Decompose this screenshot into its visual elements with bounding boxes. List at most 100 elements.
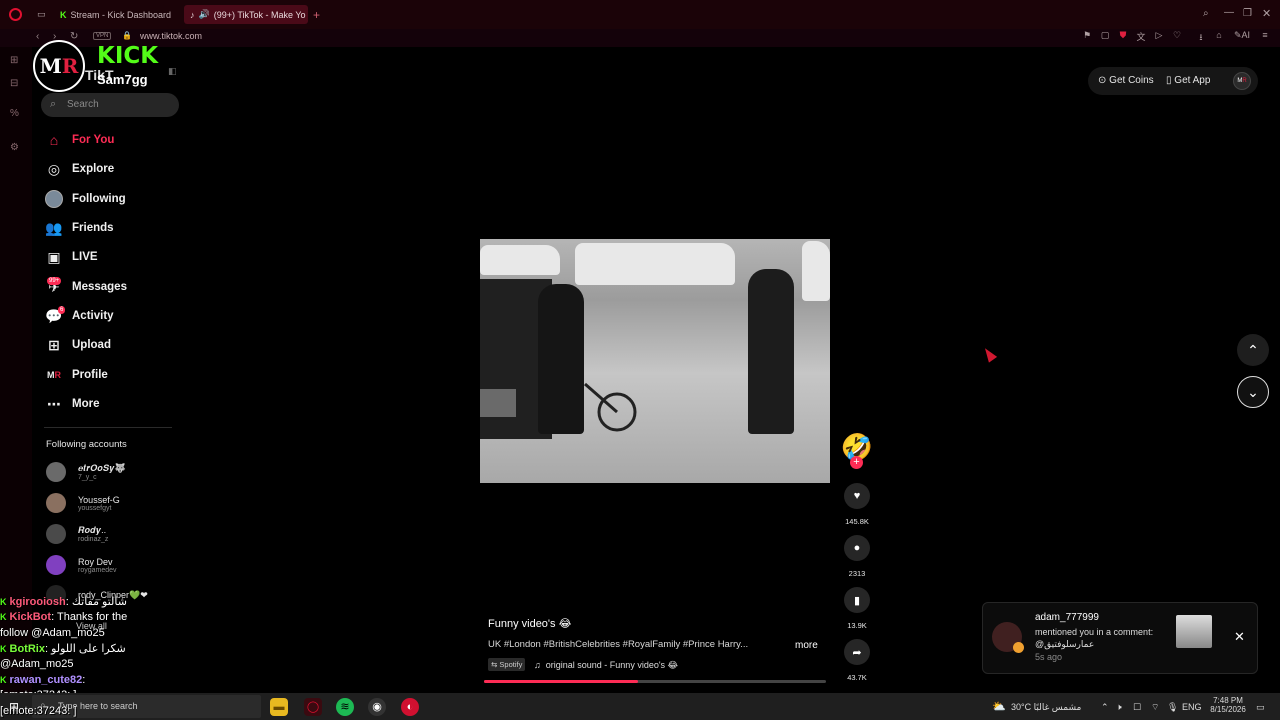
restore-icon[interactable]: ❐ — [1243, 8, 1252, 19]
sidebar-cube-icon[interactable]: ⊟ — [10, 78, 18, 89]
translate-icon[interactable]: 文 — [1136, 30, 1146, 42]
comment-icon: ● — [853, 542, 861, 554]
following-avatar-icon — [44, 189, 64, 209]
comment-button[interactable]: ● — [844, 535, 870, 561]
weather-icon: ⛅ — [992, 701, 1006, 713]
background-van — [575, 243, 735, 285]
sidebar-percent-icon[interactable]: % — [10, 108, 19, 119]
save-button[interactable]: ▮ — [844, 587, 870, 613]
url-field[interactable]: www.tiktok.com — [140, 31, 202, 41]
volume-icon[interactable]: 🕨 — [1116, 702, 1122, 713]
heart-icon[interactable]: ♡ — [1172, 30, 1182, 40]
lock-icon[interactable]: 🔒 — [122, 31, 132, 40]
nav-upload[interactable]: ⊞ Upload — [44, 334, 111, 356]
tab-overview-icon[interactable]: ▭ — [37, 9, 46, 20]
tray-chevron-icon[interactable]: ⌃ — [1101, 702, 1109, 713]
player-icon[interactable]: ▷ — [1154, 30, 1164, 40]
close-window-icon[interactable]: ✕ — [1262, 7, 1271, 20]
sound-link[interactable]: ♫ original sound - Funny video's 😂 — [534, 660, 678, 671]
language-indicator[interactable]: ENG — [1182, 702, 1202, 712]
chat-text: : شالتو مفاتك — [65, 596, 127, 608]
snapshot-icon[interactable]: ▢ — [1100, 30, 1110, 40]
back-icon[interactable]: ‹ — [36, 31, 39, 42]
search-input[interactable]: ⌕ Search — [41, 93, 179, 117]
profile-icon: MR — [47, 370, 61, 380]
weather-text[interactable]: 30°C مشمس غالبًا — [1011, 702, 1081, 713]
previous-video-button[interactable]: ⌃ — [1237, 334, 1269, 366]
kick-icon: K — [0, 597, 7, 607]
mic-icon[interactable]: 🎙 — [1167, 702, 1178, 713]
nav-label: Explore — [72, 163, 115, 175]
chat-user: rawan_cute82 — [9, 674, 83, 686]
next-video-button[interactable]: ⌄ — [1237, 376, 1269, 408]
wallet-icon[interactable]: ⌂ — [1214, 30, 1224, 40]
nav-explore[interactable]: ◎ Explore — [44, 158, 114, 180]
account-name: 𝑹𝒐𝒅𝒚.. — [78, 525, 107, 535]
close-icon[interactable]: ✕ — [1234, 629, 1245, 645]
tab-label: Stream - Kick Dashboard — [70, 9, 172, 20]
file-explorer-icon[interactable]: ▬ — [270, 698, 288, 716]
kick-icon: K — [0, 644, 7, 654]
aria-ai-icon[interactable]: ✎AI — [1232, 30, 1252, 40]
bicycle — [584, 382, 637, 432]
pin-icon[interactable]: ⚑ — [1082, 30, 1092, 40]
menu-icon[interactable]: ≡ — [1260, 30, 1270, 40]
video-title: Funny video's 😂 — [488, 618, 572, 630]
spotify-badge[interactable]: ⇆ Spotify — [488, 658, 526, 671]
chat-text: : شكرا على اللولو — [44, 643, 126, 655]
following-account[interactable]: Roy Dev roygamedev — [46, 555, 117, 575]
wifi-icon[interactable]: ⌔ — [1151, 702, 1159, 713]
reload-icon[interactable]: ↻ — [70, 31, 78, 42]
nav-more[interactable]: ⋯ More — [44, 393, 99, 415]
nav-activity[interactable]: 💬 Activity — [44, 305, 114, 327]
avatar — [46, 524, 66, 544]
nav-profile[interactable]: M R Profile — [44, 364, 108, 386]
video-player[interactable] — [480, 239, 830, 483]
follow-plus-button[interactable]: + — [850, 456, 863, 469]
obs-taskbar-icon[interactable]: ◉ — [368, 698, 386, 716]
video-hashtags[interactable]: UK #London #BritishCelebrities #RoyalFam… — [488, 639, 778, 650]
upload-icon: ⊞ — [48, 336, 60, 353]
app-taskbar-icon[interactable]: ◐ — [401, 698, 419, 716]
sidebar-box-icon[interactable]: ⊞ — [10, 55, 18, 66]
opera-taskbar-icon[interactable]: ◯ — [304, 698, 322, 716]
nav-live[interactable]: ▣ LIVE — [44, 246, 97, 268]
search-tabs-icon[interactable]: ⌕ — [1203, 8, 1209, 19]
like-button[interactable]: ♥ — [844, 483, 870, 509]
save-count: 13.9K — [847, 621, 867, 630]
following-account[interactable]: 𝑹𝒐𝒅𝒚.. rodinaz_z — [46, 524, 108, 544]
avatar — [46, 555, 66, 575]
chat-message: @Adam_mo25 — [0, 658, 74, 670]
get-coins-button[interactable]: ⊙ Get Coins — [1098, 75, 1154, 86]
collapse-sidebar-icon[interactable]: ◧ — [168, 66, 177, 77]
opera-logo-icon[interactable] — [9, 8, 22, 21]
account-username: rodinaz_z — [78, 536, 109, 543]
more-button[interactable]: more — [795, 640, 818, 651]
minimize-icon[interactable]: — — [1224, 7, 1234, 18]
avatar — [46, 493, 66, 513]
share-button[interactable]: ➦ — [844, 639, 870, 665]
notifications-icon[interactable]: ▭ — [1256, 702, 1265, 713]
tab-kick-dashboard[interactable]: K Stream - Kick Dashboard — [54, 5, 178, 24]
notification-badge-icon — [1013, 642, 1024, 653]
nav-for-you[interactable]: ⌂ For You — [44, 129, 115, 151]
clock[interactable]: 7:48 PM 8/15/2026 — [1205, 696, 1251, 714]
nav-friends[interactable]: 👥 Friends — [44, 217, 113, 239]
speaker-icon[interactable]: 🔊 — [199, 9, 210, 20]
sidebar-ext-icon[interactable]: ⚙ — [10, 142, 19, 153]
profile-avatar[interactable]: MR — [1233, 72, 1251, 90]
vpn-badge[interactable]: VPN — [93, 32, 112, 40]
nav-label: Activity — [72, 310, 114, 322]
following-account[interactable]: Youssef-G youssefgyt — [46, 493, 120, 513]
following-account[interactable]: 𝒆𝒕𝒓𝑶𝒐𝑺𝒚🐺 7_y_c — [46, 462, 126, 482]
spotify-taskbar-icon[interactable]: ≋ — [336, 698, 354, 716]
video-progress-fill — [484, 680, 638, 683]
adblock-icon[interactable]: ⛊ — [1118, 30, 1128, 40]
tab-tiktok[interactable]: ♪ 🔊 (99+) TikTok - Make Yo — [184, 5, 308, 24]
chat-text: @Adam_mo25 — [0, 658, 74, 670]
download-icon[interactable]: ⭳ — [1196, 30, 1206, 42]
get-app-button[interactable]: ▯ Get App — [1166, 75, 1210, 86]
nav-following[interactable]: Following — [44, 188, 126, 210]
network-icon[interactable]: ☐ — [1133, 702, 1141, 713]
new-tab-icon[interactable]: + — [313, 8, 320, 22]
